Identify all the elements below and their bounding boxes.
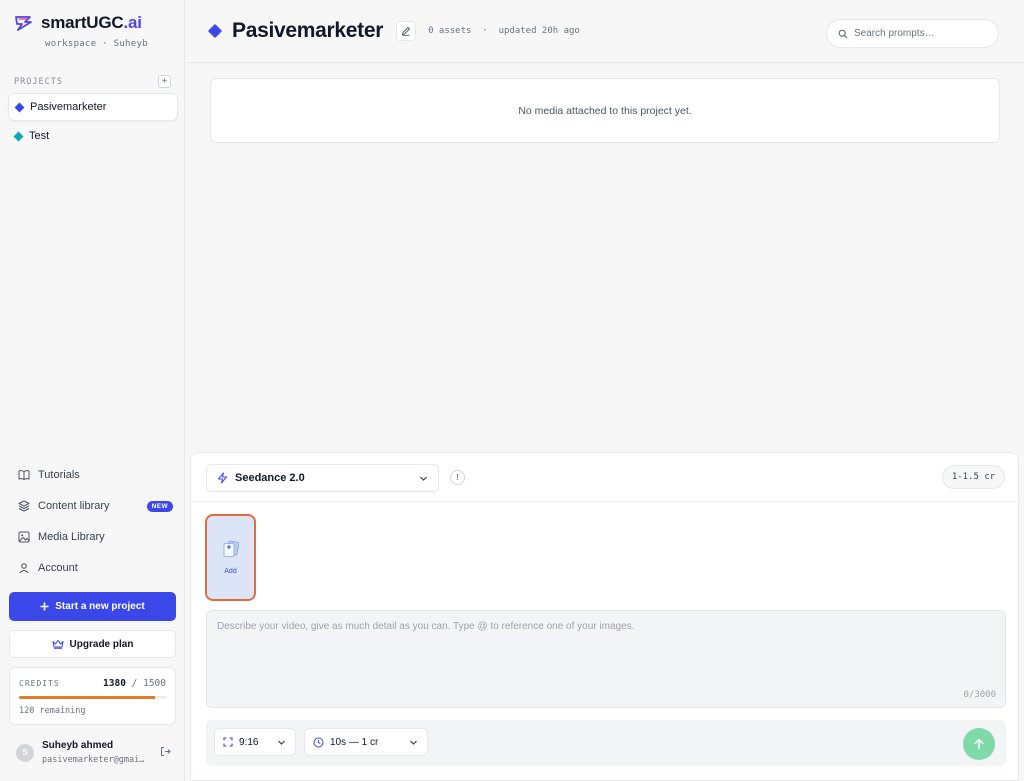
add-label: Add — [224, 568, 237, 575]
updated-time: updated 20h ago — [498, 26, 580, 36]
aspect-ratio-select[interactable]: 9:16 — [214, 728, 296, 756]
start-new-project-label: Start a new project — [55, 601, 145, 612]
add-project-button[interactable]: + — [158, 75, 171, 88]
upgrade-plan-button[interactable]: Upgrade plan — [9, 630, 176, 658]
duration-select[interactable]: 10s — 1 cr — [304, 728, 428, 756]
book-icon — [18, 470, 30, 481]
workspace-label: workspace · Suheyb — [45, 39, 148, 49]
projects-header: PROJECTS + — [14, 75, 171, 88]
search-box — [826, 19, 999, 48]
nav-account[interactable]: Account — [18, 562, 173, 574]
generation-options: 9:16 10s — 1 cr — [206, 720, 1006, 766]
logo-icon — [15, 16, 32, 31]
user-icon — [19, 563, 29, 574]
nav-label: Media Library — [38, 531, 105, 543]
meta-info: 0 assets · updated 20h ago — [428, 26, 580, 36]
arrow-up-icon — [974, 738, 984, 750]
aspect-ratio-value: 9:16 — [239, 736, 259, 748]
credits-value: 1380 / 1500 — [103, 678, 166, 689]
add-images-icon — [223, 540, 239, 557]
chevron-down-icon — [410, 740, 417, 745]
aspect-ratio-icon — [223, 737, 233, 747]
brand-logo[interactable]: smartUGC.ai — [14, 13, 142, 33]
character-counter: 0/3000 — [963, 690, 996, 700]
project-item-test[interactable]: Test — [8, 122, 178, 150]
duration-value: 10s — 1 cr — [330, 736, 379, 748]
project-diamond-icon — [13, 131, 24, 141]
project-label: Pasivemarketer — [30, 101, 107, 113]
nav-label: Tutorials — [38, 469, 80, 481]
clock-icon — [313, 737, 324, 747]
credits-remaining: 120 remaining — [19, 706, 86, 716]
image-icon — [18, 531, 30, 543]
user-profile[interactable]: S Suheyb ahmed pasivemarketer@gmai… — [16, 740, 176, 770]
nav-tutorials[interactable]: Tutorials — [18, 469, 173, 481]
start-new-project-button[interactable]: Start a new project — [9, 592, 176, 621]
project-diamond-icon — [207, 23, 223, 39]
credits-progress-bar — [19, 696, 167, 699]
credits-card: CREDITS 1380 / 1500 120 remaining — [9, 667, 176, 725]
cost-badge: 1-1.5 cr — [942, 465, 1005, 489]
user-name: Suheyb ahmed — [42, 740, 114, 751]
brand-name: smartUGC.ai — [41, 13, 142, 32]
model-select[interactable]: Seedance 2.0 — [206, 464, 439, 492]
nav-label: Account — [38, 562, 78, 574]
search-input[interactable] — [854, 28, 984, 39]
new-badge: NEW — [146, 500, 173, 512]
credits-progress-fill — [19, 696, 156, 699]
composer-toolbar: Seedance 2.0 ! 1-1.5 cr — [191, 453, 1018, 502]
model-info-button[interactable]: ! — [450, 470, 465, 485]
prompt-field: 0/3000 — [206, 610, 1006, 708]
nav-label: Content library — [38, 500, 110, 512]
project-diamond-icon — [14, 102, 25, 112]
media-panel: No media attached to this project yet. — [210, 78, 1000, 143]
model-name: Seedance 2.0 — [235, 472, 305, 484]
plus-icon — [40, 602, 49, 611]
layers-icon — [18, 500, 30, 512]
user-email: pasivemarketer@gmai… — [42, 755, 145, 765]
add-media-button[interactable]: Add — [205, 514, 256, 601]
pencil-icon — [401, 26, 411, 36]
title-row: Pasivemarketer 0 assets · updated 20h ag… — [207, 19, 580, 43]
search-icon — [838, 29, 848, 38]
avatar: S — [16, 744, 34, 762]
asset-count: 0 assets — [428, 26, 472, 36]
main-area: Pasivemarketer 0 assets · updated 20h ag… — [186, 0, 1024, 781]
chevron-down-icon — [420, 476, 427, 481]
lightning-icon — [218, 472, 227, 484]
crown-icon — [52, 640, 64, 649]
projects-label: PROJECTS — [14, 76, 63, 87]
empty-media-message: No media attached to this project yet. — [518, 104, 692, 117]
prompt-composer: Seedance 2.0 ! 1-1.5 cr Add 0/3000 9:16 — [190, 452, 1019, 781]
nav-media-library[interactable]: Media Library — [18, 531, 173, 543]
edit-title-button[interactable] — [396, 21, 417, 41]
nav-content-library[interactable]: Content library NEW — [18, 500, 173, 512]
upgrade-plan-label: Upgrade plan — [69, 638, 134, 650]
sidebar: smartUGC.ai workspace · Suheyb PROJECTS … — [0, 0, 185, 781]
send-button[interactable] — [963, 728, 995, 760]
logout-icon[interactable] — [160, 746, 171, 757]
chevron-down-icon — [278, 740, 285, 745]
page-title: Pasivemarketer — [232, 19, 384, 42]
prompt-input[interactable] — [207, 611, 1005, 707]
credits-label: CREDITS — [19, 679, 60, 688]
project-item-pasivemarketer[interactable]: Pasivemarketer — [8, 93, 178, 121]
project-label: Test — [29, 130, 50, 142]
project-header: Pasivemarketer 0 assets · updated 20h ag… — [186, 0, 1024, 63]
